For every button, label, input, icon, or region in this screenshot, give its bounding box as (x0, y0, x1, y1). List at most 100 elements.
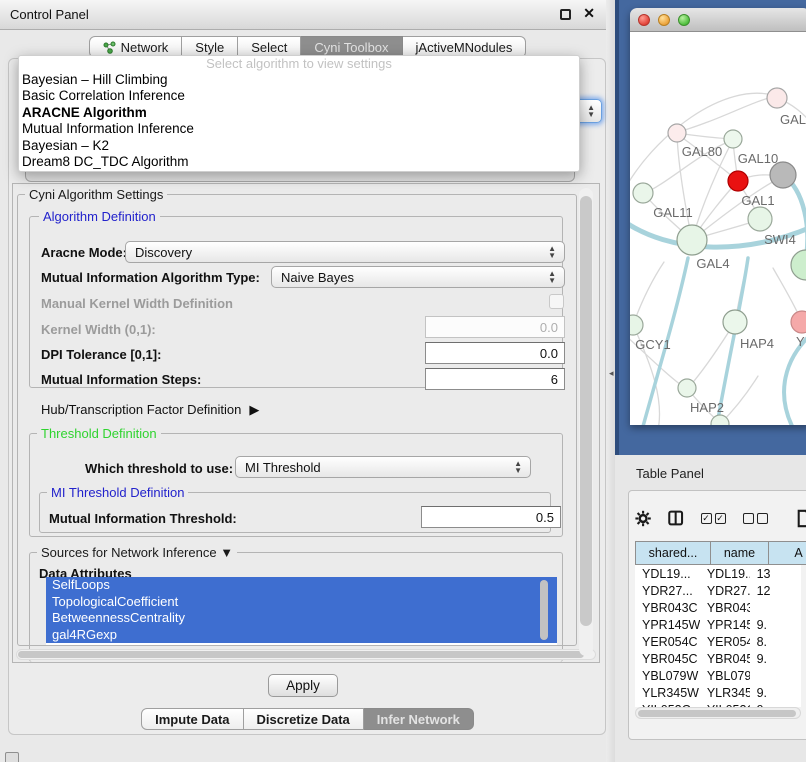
table-horizontal-scrollbar[interactable] (635, 707, 801, 719)
table-row[interactable]: YDR27...YDR27...12 (635, 582, 801, 599)
dropdown-item-mutual-information-inference[interactable]: Mutual Information Inference (19, 121, 579, 137)
table-header-row[interactable]: shared...nameA (635, 541, 806, 565)
attribute-item-gal4rgexp[interactable]: gal4RGexp (46, 627, 557, 644)
network-node[interactable] (728, 171, 748, 191)
network-node[interactable] (748, 207, 772, 231)
close-traffic-light[interactable] (638, 14, 650, 26)
network-node[interactable] (678, 379, 696, 397)
network-node[interactable] (723, 310, 747, 334)
table-body[interactable]: YDL19...YDL19...13YDR27...YDR27...12YBR0… (635, 565, 801, 707)
mi-type-label: Mutual Information Algorithm Type: (41, 270, 260, 285)
tab-discretize-data[interactable]: Discretize Data (244, 708, 364, 730)
settings-vertical-scrollbar[interactable] (579, 188, 593, 656)
minimized-panel-icon[interactable] (5, 752, 19, 762)
network-node[interactable] (633, 183, 653, 203)
table-cell: YDR27... (700, 582, 750, 599)
column-header-name[interactable]: name (711, 541, 769, 565)
node-label-gcy1: GCY1 (635, 337, 670, 352)
sources-toggle[interactable]: Sources for Network Inference ▼ (37, 545, 237, 560)
mi-steps-field[interactable]: 6 (425, 368, 565, 390)
table-row[interactable]: YBL079WYBL079W (635, 667, 801, 684)
hub-definition-toggle[interactable]: Hub/Transcription Factor Definition▶ (41, 402, 259, 418)
table-row[interactable]: YBR045CYBR045C9. (635, 650, 801, 667)
stepper-icon: ▲▼ (548, 245, 556, 259)
column-header-shared-[interactable]: shared... (635, 541, 711, 565)
node-label-hap4: HAP4 (740, 336, 774, 351)
table-cell: YBR043C (635, 599, 700, 616)
control-panel-header: Control Panel ✕ (0, 0, 615, 30)
network-canvas[interactable]: GALGAL80GAL10GAL1GAL11SWI4GAL4GCY1HAP4YH… (630, 32, 806, 425)
tab-label: Impute Data (155, 709, 229, 730)
table-cell: 9. (750, 650, 801, 667)
table-panel-title: Table Panel (636, 466, 704, 481)
network-node[interactable] (724, 130, 742, 148)
dropdown-item-bayesian-k2[interactable]: Bayesian – K2 (19, 138, 579, 154)
table-cell: YDR27... (635, 582, 700, 599)
network-node[interactable] (668, 124, 686, 142)
apply-button[interactable]: Apply (268, 674, 338, 697)
table-cell: 13 (750, 565, 801, 582)
table-cell: YBL079W (635, 667, 700, 684)
network-node[interactable] (677, 225, 707, 255)
table-row[interactable]: YPR145WYPR145W9. (635, 616, 801, 633)
cyni-bottom-tabbar: Impute Data Discretize Data Infer Network (0, 708, 615, 730)
aracne-mode-select[interactable]: Discovery ▲▼ (125, 241, 565, 263)
settings-horizontal-scrollbar[interactable] (16, 649, 596, 660)
tab-label: Infer Network (377, 709, 460, 730)
attribute-item-betweennesscentrality[interactable]: BetweennessCentrality (46, 610, 557, 627)
kernel-width-label: Kernel Width (0,1): (41, 322, 156, 337)
dropdown-item-aracne-algorithm[interactable]: ARACNE Algorithm (19, 105, 579, 121)
attribute-item-topologicalcoefficient[interactable]: TopologicalCoefficient (46, 594, 557, 611)
zoom-traffic-light[interactable] (678, 14, 690, 26)
minimize-traffic-light[interactable] (658, 14, 670, 26)
node-label-swi4: SWI4 (764, 232, 796, 247)
panel-resize-handle[interactable]: ◂ (609, 368, 614, 379)
list-scrollbar[interactable] (540, 580, 548, 640)
export-table-icon[interactable] (797, 508, 806, 529)
kernel-width-field: 0.0 (425, 316, 565, 338)
close-icon[interactable]: ✕ (583, 5, 595, 22)
select-all-rows-icon[interactable]: ✓✓ (701, 513, 726, 524)
table-cell: 9. (750, 684, 801, 701)
table-cell: YLR345W (700, 684, 750, 701)
network-node[interactable] (791, 311, 806, 333)
table-row[interactable]: YLR345WYLR345W9. (635, 684, 801, 701)
dropdown-item-bayesian-hill-climbing[interactable]: Bayesian – Hill Climbing (19, 72, 579, 88)
hub-definition-label: Hub/Transcription Factor Definition (41, 402, 241, 417)
table-row[interactable]: YDL19...YDL19...13 (635, 565, 801, 582)
network-view-window: GALGAL80GAL10GAL1GAL11SWI4GAL4GCY1HAP4YH… (630, 8, 806, 425)
deselect-all-rows-icon[interactable] (743, 513, 768, 524)
table-cell: YER054C (700, 633, 750, 650)
mi-threshold-field[interactable]: 0.5 (421, 506, 561, 528)
mi-threshold-group-title: MI Threshold Definition (47, 485, 188, 500)
gear-icon[interactable] (635, 509, 651, 528)
tab-infer-network[interactable]: Infer Network (364, 708, 474, 730)
table-cell: YPR145W (635, 616, 700, 633)
data-attributes-list[interactable]: SelfLoopsTopologicalCoefficientBetweenne… (46, 577, 557, 645)
network-node[interactable] (791, 250, 806, 280)
network-node[interactable] (630, 315, 643, 335)
dropdown-item-dream8-dc-tdc-algorithm[interactable]: Dream8 DC_TDC Algorithm (19, 154, 579, 170)
mi-type-select[interactable]: Naive Bayes ▲▼ (271, 266, 565, 288)
dpi-tolerance-field[interactable]: 0.0 (425, 342, 565, 364)
network-node[interactable] (767, 88, 787, 108)
table-row[interactable]: YER054CYER054C8. (635, 633, 801, 650)
table-cell: YPR145W (700, 616, 750, 633)
dropdown-prompt: Select algorithm to view settings (19, 56, 579, 72)
tab-label: Discretize Data (257, 709, 350, 730)
attribute-item-selfloops[interactable]: SelfLoops (46, 577, 557, 594)
stepper-icon: ▲▼ (514, 460, 522, 474)
column-selector-icon[interactable] (668, 509, 683, 527)
manual-kernel-checkbox[interactable] (549, 294, 564, 309)
table-cell: 9. (750, 616, 801, 633)
tab-impute-data[interactable]: Impute Data (141, 708, 243, 730)
network-edge[interactable] (678, 96, 776, 132)
which-threshold-select[interactable]: MI Threshold ▲▼ (235, 456, 531, 478)
table-row[interactable]: YBR043CYBR043C (635, 599, 801, 616)
node-label-y: Y (796, 334, 805, 349)
column-header-a[interactable]: A (769, 541, 806, 565)
network-window-titlebar[interactable] (630, 8, 806, 32)
float-panel-icon[interactable] (560, 9, 571, 20)
dropdown-item-basic-correlation-inference[interactable]: Basic Correlation Inference (19, 88, 579, 104)
table-cell: 12 (750, 582, 801, 599)
